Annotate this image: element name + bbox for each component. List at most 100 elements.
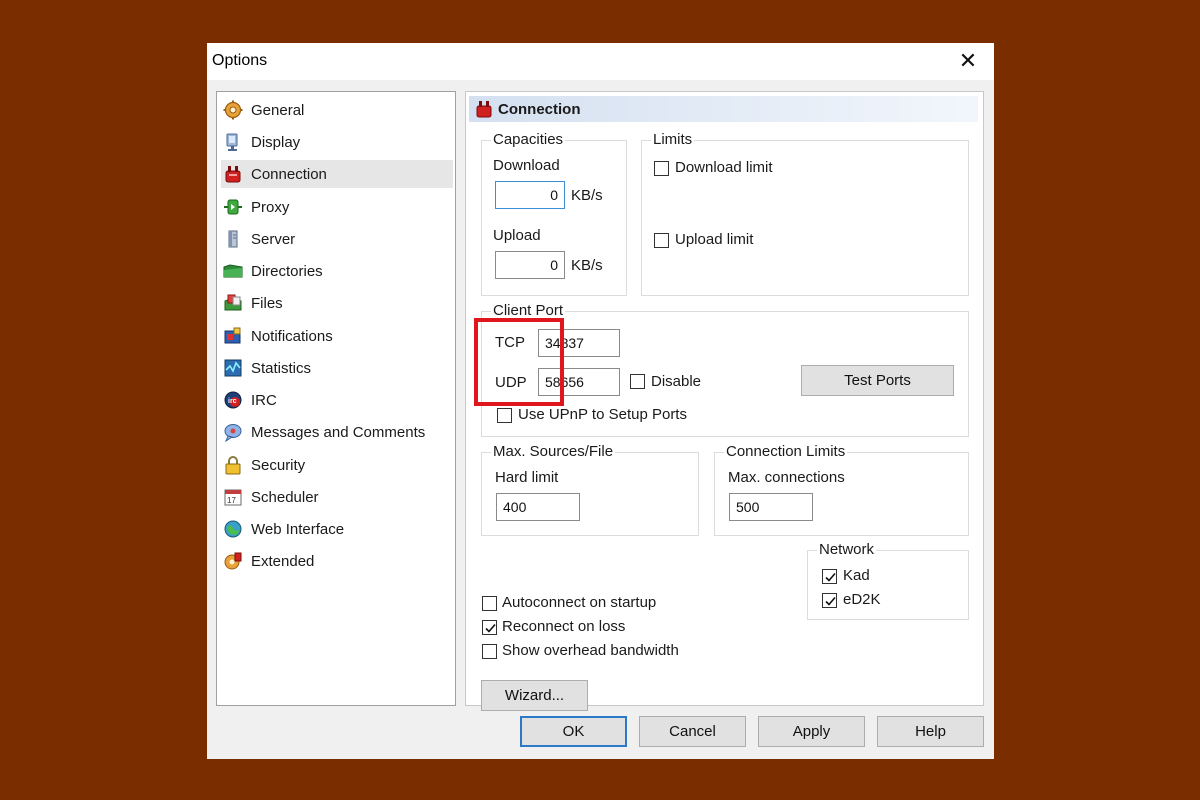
download-limit-checkbox[interactable] xyxy=(654,161,669,176)
category-list: General Display Connection Proxy Server xyxy=(216,91,456,706)
section-header: Connection xyxy=(469,96,978,122)
nav-item-general[interactable]: General xyxy=(221,96,453,124)
nav-item-files[interactable]: Files xyxy=(221,289,453,317)
statistics-icon xyxy=(223,358,243,378)
group-title: Network xyxy=(817,541,877,558)
section-title: Connection xyxy=(498,100,581,118)
test-ports-button[interactable]: Test Ports xyxy=(801,365,954,396)
nav-item-irc[interactable]: irc IRC xyxy=(221,386,453,414)
group-title: Client Port xyxy=(491,302,566,319)
plug-icon xyxy=(223,164,243,184)
limits-group: Limits Download limit Upload limit xyxy=(641,131,969,296)
nav-label: Files xyxy=(251,294,283,312)
nav-item-statistics[interactable]: Statistics xyxy=(221,354,453,382)
upload-label: Upload xyxy=(493,227,541,244)
download-unit: KB/s xyxy=(571,187,603,204)
upload-capacity-input[interactable]: 0 xyxy=(495,251,565,279)
download-limit-label: Download limit xyxy=(675,159,773,176)
hard-limit-label: Hard limit xyxy=(495,469,559,486)
kad-label: Kad xyxy=(843,567,870,584)
group-title: Limits xyxy=(651,131,695,148)
max-connections-input[interactable]: 500 xyxy=(729,493,813,521)
checkmark-icon xyxy=(825,572,836,582)
upnp-checkbox[interactable] xyxy=(497,408,512,423)
nav-item-messages-and-comments[interactable]: Messages and Comments xyxy=(221,418,453,446)
nav-label: Connection xyxy=(251,165,327,183)
network-group: Network Kad eD2K xyxy=(807,541,969,620)
hard-limit-input[interactable]: 400 xyxy=(496,493,580,521)
apply-button[interactable]: Apply xyxy=(758,716,865,747)
nav-item-display[interactable]: Display xyxy=(221,128,453,156)
plug-icon xyxy=(474,99,494,119)
upload-unit: KB/s xyxy=(571,257,603,274)
reconnect-checkbox[interactable] xyxy=(482,620,497,635)
folder-icon xyxy=(223,261,243,281)
ok-button[interactable]: OK xyxy=(520,716,627,747)
upload-limit-checkbox[interactable] xyxy=(654,233,669,248)
nav-label: Notifications xyxy=(251,327,333,345)
lock-icon xyxy=(223,455,243,475)
extended-gear-icon xyxy=(223,551,243,571)
overhead-label: Show overhead bandwidth xyxy=(502,642,679,659)
nav-label: Proxy xyxy=(251,198,290,216)
port-highlight-box xyxy=(474,318,564,406)
nav-label: Messages and Comments xyxy=(251,423,426,441)
nav-item-web-interface[interactable]: Web Interface xyxy=(221,515,453,543)
nav-label: Extended xyxy=(251,552,315,570)
nav-item-notifications[interactable]: Notifications xyxy=(221,322,453,350)
autoconnect-checkbox[interactable] xyxy=(482,596,497,611)
download-capacity-input[interactable]: 0 xyxy=(495,181,565,209)
nav-label: Statistics xyxy=(251,359,312,377)
nav-label: IRC xyxy=(251,391,277,409)
cancel-button[interactable]: Cancel xyxy=(639,716,746,747)
notification-icon xyxy=(223,326,243,346)
upload-limit-label: Upload limit xyxy=(675,231,754,248)
proxy-icon xyxy=(223,197,243,217)
nav-item-extended[interactable]: Extended xyxy=(221,547,453,575)
monitor-icon xyxy=(223,132,243,152)
disable-udp-checkbox[interactable] xyxy=(630,374,645,389)
irc-icon: irc xyxy=(223,390,243,410)
gear-icon xyxy=(223,100,243,120)
overhead-checkbox[interactable] xyxy=(482,644,497,659)
svg-text:irc: irc xyxy=(228,398,237,405)
group-title: Capacities xyxy=(491,131,566,148)
ed2k-checkbox[interactable] xyxy=(822,593,837,608)
wizard-button[interactable]: Wizard... xyxy=(481,680,588,711)
messages-icon xyxy=(223,422,243,442)
download-label: Download xyxy=(493,157,560,174)
group-title: Max. Sources/File xyxy=(491,443,616,460)
ed2k-label: eD2K xyxy=(843,591,881,608)
server-icon xyxy=(223,229,243,249)
nav-item-scheduler[interactable]: 17 Scheduler xyxy=(221,483,453,511)
connection-limits-group: Connection Limits Max. connections 500 xyxy=(714,443,969,536)
max-connections-label: Max. connections xyxy=(728,469,845,486)
checkmark-icon xyxy=(825,596,836,606)
checkmark-icon xyxy=(485,623,496,633)
nav-label: Display xyxy=(251,133,301,151)
upnp-label: Use UPnP to Setup Ports xyxy=(518,406,687,423)
nav-item-server[interactable]: Server xyxy=(221,225,453,253)
autoconnect-label: Autoconnect on startup xyxy=(502,594,657,611)
nav-label: Scheduler xyxy=(251,488,319,506)
help-button[interactable]: Help xyxy=(877,716,984,747)
window-title: Options xyxy=(212,52,268,69)
reconnect-label: Reconnect on loss xyxy=(502,618,626,635)
nav-item-proxy[interactable]: Proxy xyxy=(221,193,453,221)
options-dialog: Options ✕ General Display Connection Pro… xyxy=(207,43,994,759)
calendar-icon: 17 xyxy=(223,487,243,507)
nav-label: Directories xyxy=(251,262,323,280)
files-icon xyxy=(223,293,243,313)
globe-icon xyxy=(223,519,243,539)
nav-item-connection[interactable]: Connection xyxy=(221,160,453,188)
close-button[interactable]: ✕ xyxy=(956,49,980,73)
kad-checkbox[interactable] xyxy=(822,569,837,584)
svg-text:17: 17 xyxy=(227,496,236,505)
nav-item-directories[interactable]: Directories xyxy=(221,257,453,285)
nav-label: Server xyxy=(251,230,296,248)
nav-label: Security xyxy=(251,456,306,474)
group-title: Connection Limits xyxy=(724,443,848,460)
nav-item-security[interactable]: Security xyxy=(221,451,453,479)
max-sources-group: Max. Sources/File Hard limit 400 xyxy=(481,443,699,536)
capacities-group: Capacities Download 0 KB/s Upload 0 KB/s xyxy=(481,131,627,296)
